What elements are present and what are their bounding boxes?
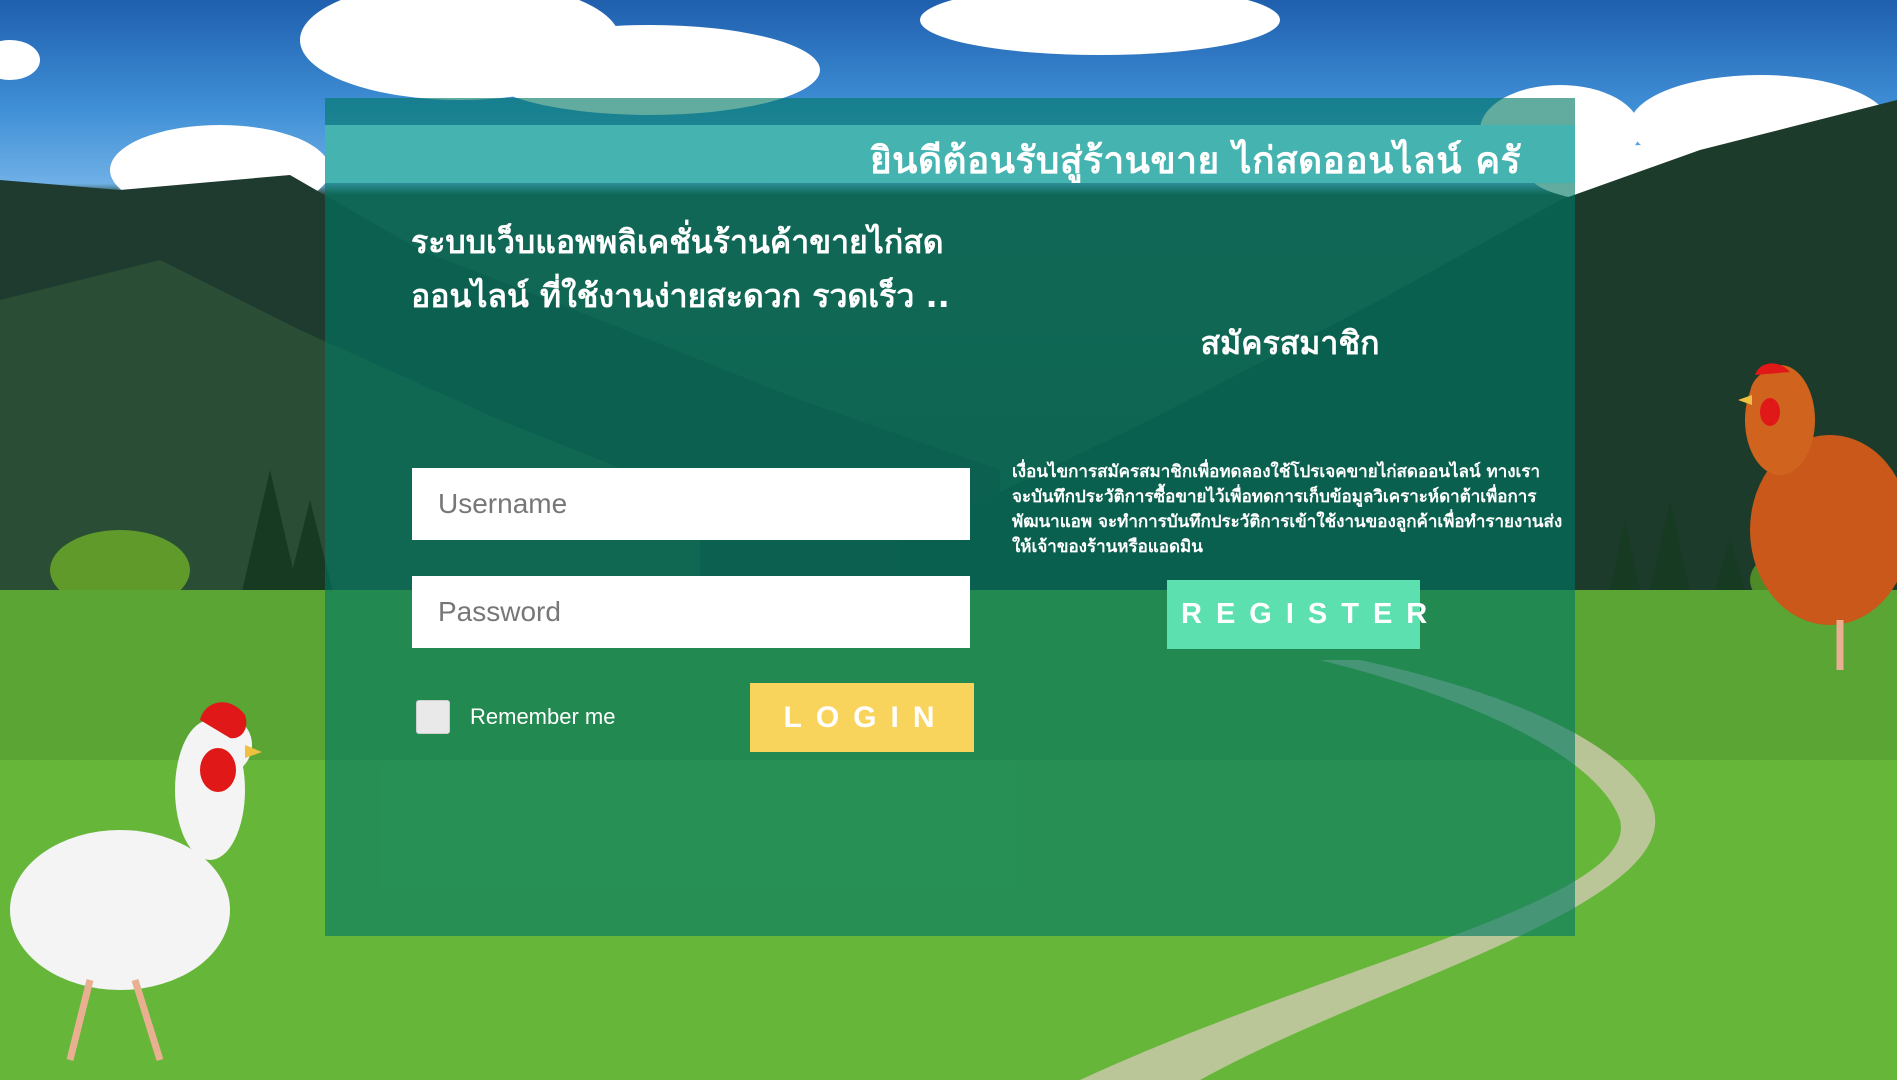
remember-me-label: Remember me	[470, 704, 616, 729]
welcome-banner: ยินดีต้อนรับสู่ร้านขาย ไก่สดออนไลน์ ครั	[325, 125, 1575, 183]
login-page: ยินดีต้อนรับสู่ร้านขาย ไก่สดออนไลน์ ครั …	[0, 0, 1897, 1080]
signup-terms: เงื่อนไขการสมัครสมาชิกเพื่อทดลองใช้โปรเจ…	[1012, 462, 1563, 557]
password-input[interactable]	[412, 576, 970, 648]
remember-me-row[interactable]: Remember me	[416, 700, 615, 734]
login-tagline: ระบบเว็บแอพพลิเคชั่นร้านค้าขายไก่สดออนไล…	[411, 223, 950, 315]
signup-title: สมัครสมาชิก	[1200, 324, 1380, 362]
register-button[interactable]: REGISTER	[1167, 580, 1427, 649]
login-button[interactable]: LOGIN	[750, 683, 974, 752]
username-input[interactable]	[412, 468, 970, 540]
remember-me-checkbox[interactable]	[416, 700, 450, 734]
welcome-text: ยินดีต้อนรับสู่ร้านขาย ไก่สดออนไลน์ ครั	[870, 139, 1521, 182]
